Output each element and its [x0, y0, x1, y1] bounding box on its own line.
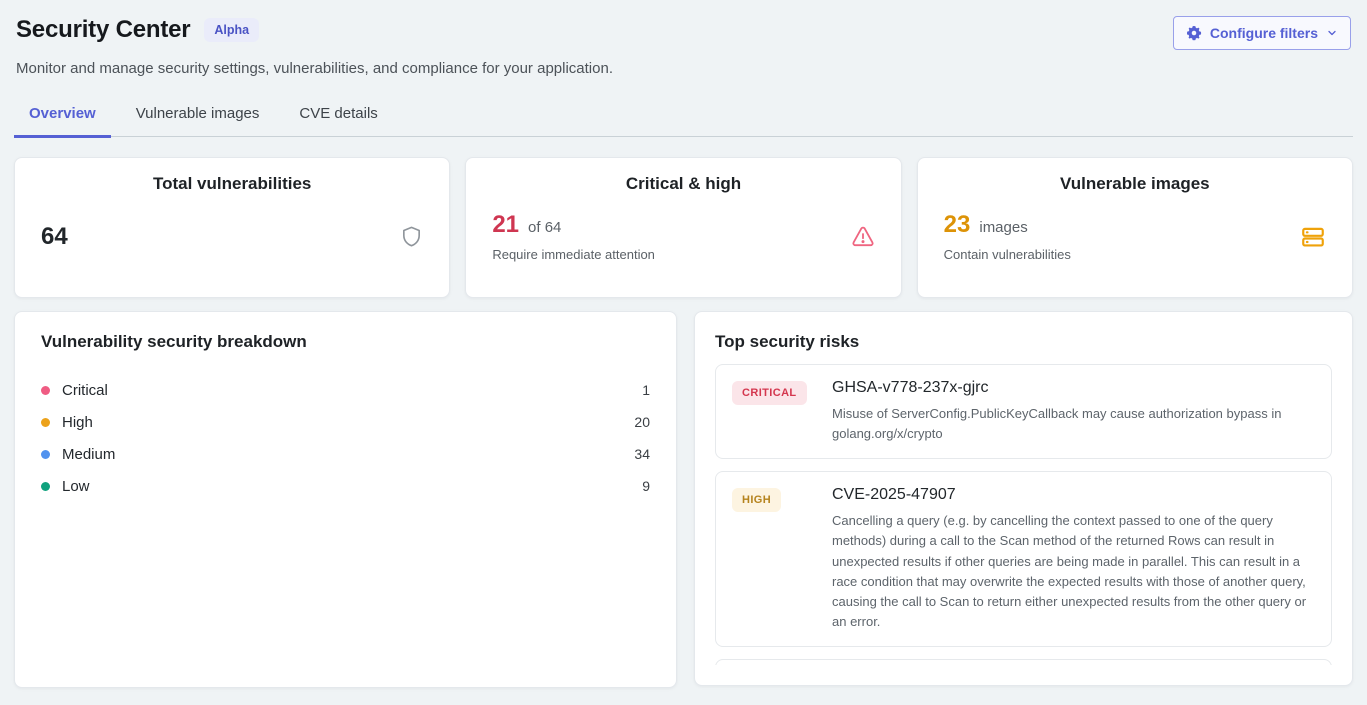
severity-badge-critical: CRITICAL: [732, 381, 807, 405]
card-title: Critical & high: [492, 174, 874, 194]
risk-id: GHSA-v778-237x-gjrc: [832, 379, 1315, 397]
top-security-risks-card: Top security risks CRITICAL GHSA-v778-23…: [694, 311, 1353, 686]
shield-icon: [400, 225, 423, 248]
total-vulnerabilities-card: Total vulnerabilities 64: [14, 157, 450, 298]
medium-dot: [41, 450, 50, 459]
breakdown-row-medium: Medium 34: [41, 438, 650, 470]
critical-high-value: 21: [492, 211, 519, 239]
severity-badge-high: HIGH: [732, 488, 781, 512]
alpha-badge: Alpha: [204, 18, 259, 42]
critical-dot: [41, 386, 50, 395]
breakdown-row-high: High 20: [41, 406, 650, 438]
critical-high-card: Critical & high 21 of 64 Require immedia…: [465, 157, 901, 298]
gear-icon: [1186, 25, 1202, 41]
tab-bar: Overview Vulnerable images CVE details: [14, 99, 1353, 137]
breakdown-list: Critical 1 High 20 Medium 34 Low 9: [41, 374, 650, 502]
breakdown-row-critical: Critical 1: [41, 374, 650, 406]
warning-triangle-icon: [851, 225, 875, 249]
risk-id: CVE-2025-47907: [832, 486, 1315, 504]
total-vulnerabilities-value: 64: [41, 223, 68, 251]
vulnerable-images-value: 23: [944, 211, 971, 239]
risk-description: Misuse of ServerConfig.PublicKeyCallback…: [832, 404, 1315, 444]
security-center-page: Security Center Alpha Configure filters …: [0, 0, 1367, 688]
tab-vulnerable-images[interactable]: Vulnerable images: [121, 99, 275, 138]
critical-high-suffix: of 64: [528, 219, 561, 236]
server-icon: [1300, 224, 1326, 250]
stats-row: Total vulnerabilities 64 Critical & high…: [14, 157, 1353, 298]
risk-list: CRITICAL GHSA-v778-237x-gjrc Misuse of S…: [715, 364, 1332, 665]
tab-cve-details[interactable]: CVE details: [284, 99, 392, 138]
vulnerable-images-card: Vulnerable images 23 images Contain vuln…: [917, 157, 1353, 298]
configure-filters-button[interactable]: Configure filters: [1173, 16, 1351, 50]
card-title: Vulnerable images: [944, 174, 1326, 194]
page-header: Security Center Alpha Configure filters: [14, 14, 1353, 50]
page-subtitle: Monitor and manage security settings, vu…: [14, 60, 1353, 77]
risk-description: Cancelling a query (e.g. by cancelling t…: [832, 511, 1315, 632]
risk-item-cve-2025-47907[interactable]: HIGH CVE-2025-47907 Cancelling a query (…: [715, 471, 1332, 647]
tab-overview[interactable]: Overview: [14, 99, 111, 138]
card-title: Total vulnerabilities: [41, 174, 423, 194]
bottom-row: Vulnerability security breakdown Critica…: [14, 311, 1353, 688]
top-risks-title: Top security risks: [715, 332, 1332, 352]
critical-high-subtitle: Require immediate attention: [492, 247, 655, 262]
page-title: Security Center: [16, 16, 190, 44]
vulnerable-images-suffix: images: [979, 219, 1027, 236]
chevron-down-icon: [1326, 27, 1338, 39]
risk-item-ghsa-v778-237x-gjrc[interactable]: CRITICAL GHSA-v778-237x-gjrc Misuse of S…: [715, 364, 1332, 459]
risk-item-cve-2025-9086[interactable]: HIGH CVE-2025-9086: [715, 659, 1332, 665]
high-dot: [41, 418, 50, 427]
low-dot: [41, 482, 50, 491]
configure-filters-label: Configure filters: [1210, 25, 1318, 41]
vulnerable-images-subtitle: Contain vulnerabilities: [944, 247, 1071, 262]
breakdown-title: Vulnerability security breakdown: [41, 332, 650, 352]
vulnerability-breakdown-card: Vulnerability security breakdown Critica…: [14, 311, 677, 688]
breakdown-row-low: Low 9: [41, 470, 650, 502]
